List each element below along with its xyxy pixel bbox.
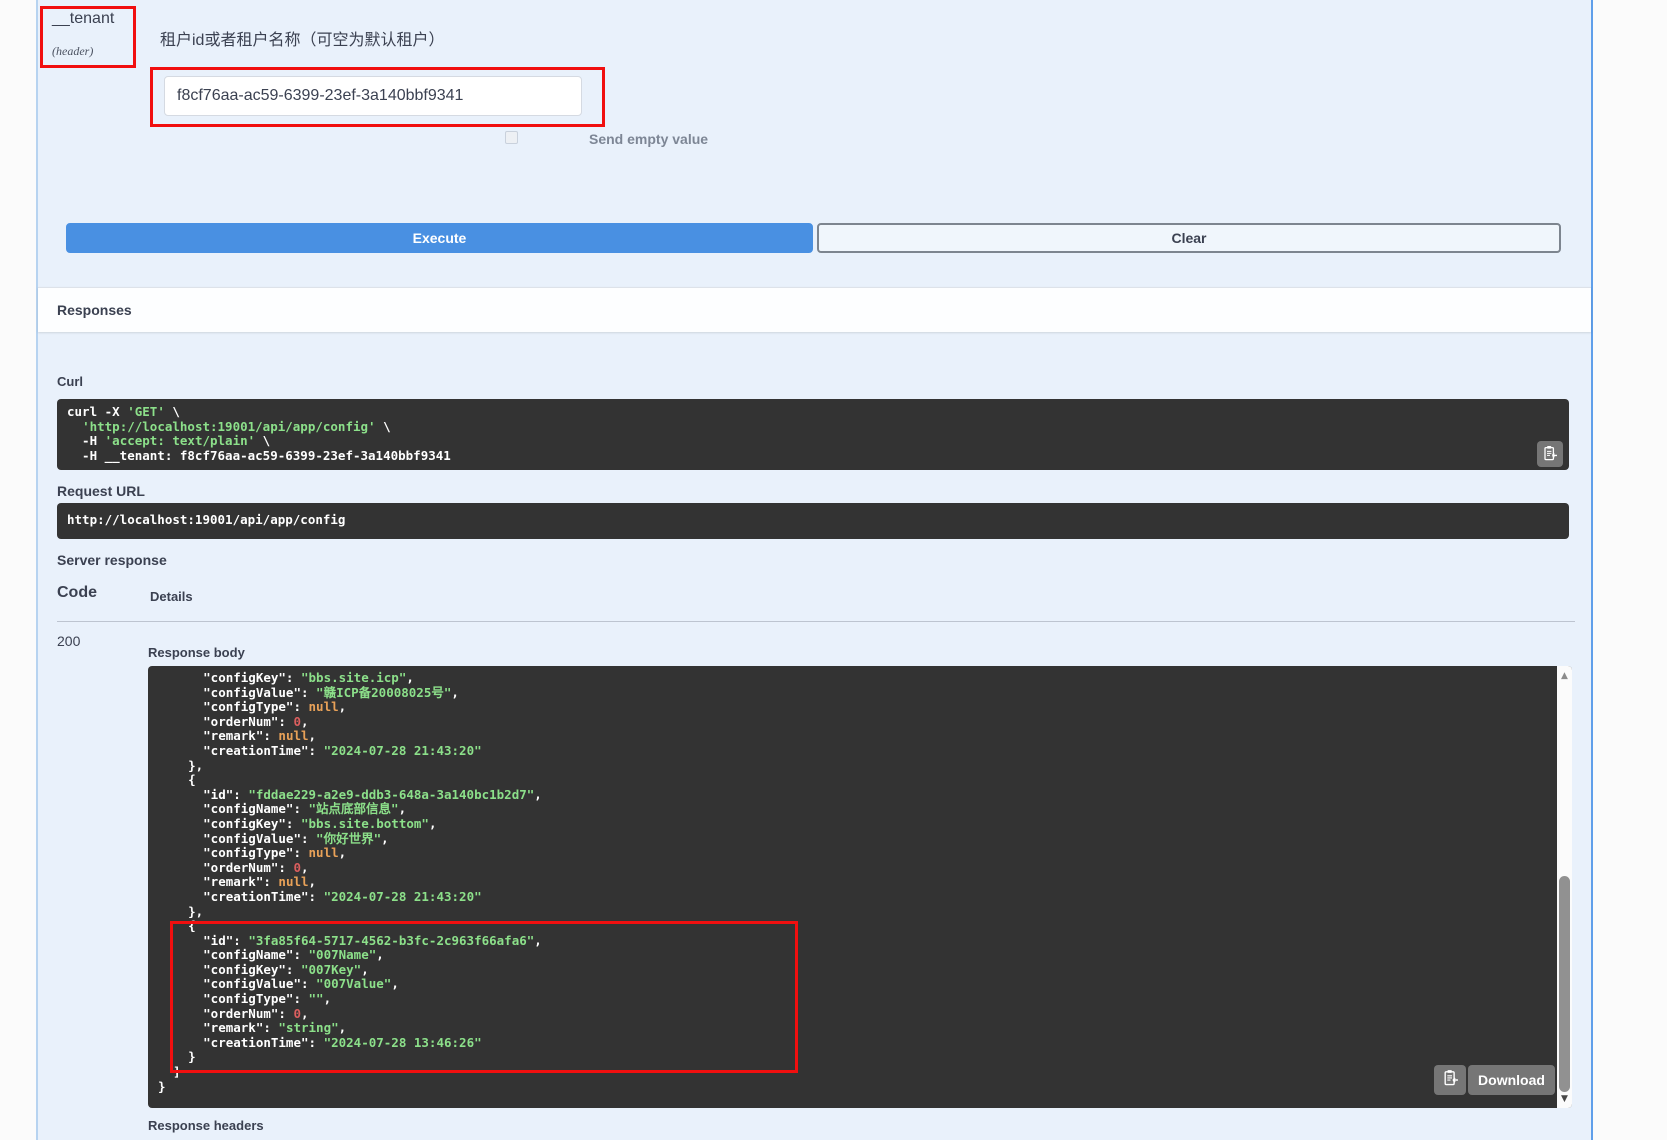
parameter-location: (header)	[52, 44, 93, 59]
response-body-json: "configKey": "bbs.site.icp", "configValu…	[158, 671, 1552, 1094]
copy-to-clipboard-icon	[1542, 445, 1558, 464]
execute-button[interactable]: Execute	[66, 223, 813, 253]
response-body-wrapper: "configKey": "bbs.site.icp", "configValu…	[148, 666, 1572, 1108]
copy-to-clipboard-icon	[1442, 1069, 1459, 1091]
operation-block: __tenant (header) 租户id或者租户名称（可空为默认租户） Se…	[36, 0, 1593, 1140]
copy-response-button[interactable]	[1434, 1065, 1466, 1095]
request-url-label: Request URL	[57, 483, 145, 499]
scrollbar-up-arrow[interactable]: ▲	[1557, 670, 1572, 682]
response-body-block: "configKey": "bbs.site.icp", "configValu…	[148, 666, 1572, 1108]
curl-command-text: curl -X 'GET' \ 'http://localhost:19001/…	[67, 405, 1529, 463]
code-column-header: Code	[57, 584, 97, 602]
download-button[interactable]: Download	[1468, 1065, 1555, 1095]
request-url-block: http://localhost:19001/api/app/config	[57, 503, 1569, 539]
clear-button[interactable]: Clear	[817, 223, 1561, 253]
response-body-label: Response body	[148, 645, 245, 660]
details-column-header: Details	[150, 589, 193, 604]
responses-section-header: Responses	[38, 287, 1591, 332]
scrollbar-thumb[interactable]	[1559, 876, 1570, 1092]
send-empty-value-checkbox[interactable]	[505, 131, 518, 144]
response-body-scrollbar[interactable]: ▲ ▼	[1557, 666, 1572, 1108]
swagger-page: __tenant (header) 租户id或者租户名称（可空为默认租户） Se…	[0, 0, 1667, 1140]
table-divider	[57, 621, 1575, 622]
tenant-value-input[interactable]	[164, 76, 582, 116]
send-empty-value-label: Send empty value	[589, 131, 708, 147]
responses-title: Responses	[57, 302, 132, 318]
curl-command-block: curl -X 'GET' \ 'http://localhost:19001/…	[57, 399, 1569, 470]
status-code: 200	[57, 633, 80, 649]
curl-label: Curl	[57, 374, 83, 389]
scrollbar-down-arrow[interactable]: ▼	[1557, 1093, 1572, 1105]
server-response-label: Server response	[57, 552, 167, 568]
response-headers-label: Response headers	[148, 1118, 264, 1133]
parameter-description: 租户id或者租户名称（可空为默认租户）	[160, 26, 444, 50]
parameter-name: __tenant	[52, 10, 114, 28]
copy-curl-button[interactable]	[1537, 441, 1563, 467]
request-url-text: http://localhost:19001/api/app/config	[67, 513, 1559, 528]
